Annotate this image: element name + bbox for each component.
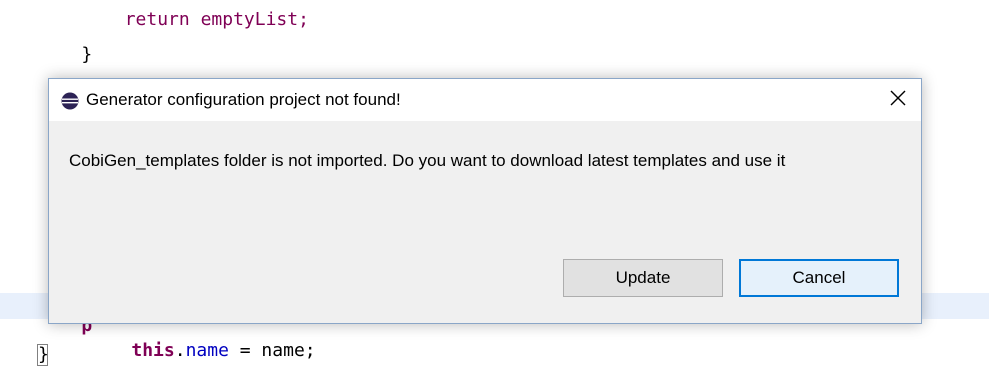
dialog-message: CobiGen_templates folder is not imported… [69,151,786,170]
close-button[interactable] [875,79,921,121]
code-line-text: return emptyList; [81,9,309,30]
dialog-title: Generator configuration project not foun… [86,90,401,109]
dot-operator: . [174,340,186,361]
code-line-assignment: this.name = name; [88,321,316,381]
this-keyword: this [131,340,175,361]
close-icon [889,89,907,112]
assignment-rest: = name; [228,340,316,361]
code-line-text: } [81,44,93,65]
update-button[interactable]: Update [563,259,723,297]
final-brace: } [38,344,49,365]
eclipse-icon [61,92,79,110]
matching-bracket: } [37,344,49,366]
code-line: } [38,25,92,85]
generator-config-dialog: Generator configuration project not foun… [48,78,922,324]
dialog-titlebar[interactable]: Generator configuration project not foun… [49,79,921,121]
name-field: name [185,340,229,361]
cancel-button[interactable]: Cancel [739,259,899,297]
